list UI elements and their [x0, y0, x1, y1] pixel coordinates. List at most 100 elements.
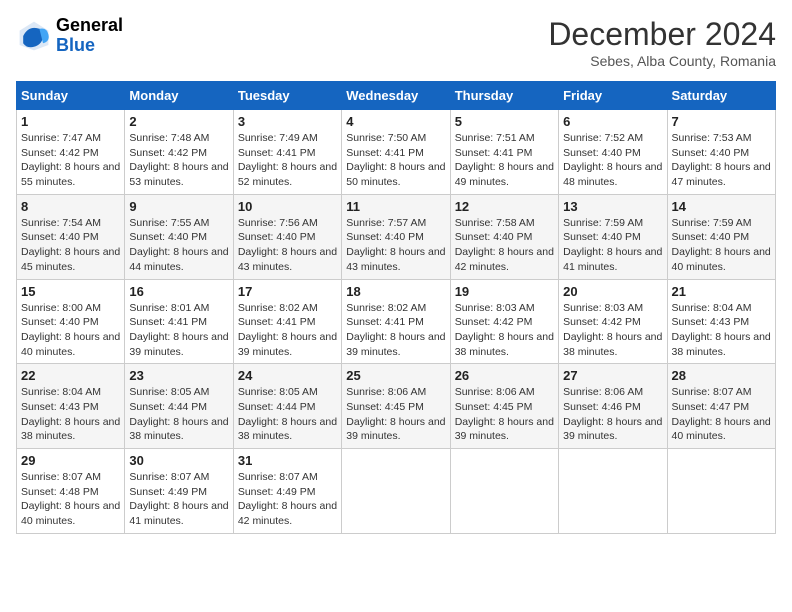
day-number: 30: [129, 453, 228, 468]
day-number: 3: [238, 114, 337, 129]
day-info: Sunrise: 7:57 AMSunset: 4:40 PMDaylight:…: [346, 216, 445, 275]
day-info: Sunrise: 8:03 AMSunset: 4:42 PMDaylight:…: [455, 301, 554, 360]
day-number: 2: [129, 114, 228, 129]
day-info: Sunrise: 8:06 AMSunset: 4:45 PMDaylight:…: [346, 385, 445, 444]
day-info: Sunrise: 8:02 AMSunset: 4:41 PMDaylight:…: [346, 301, 445, 360]
table-row: 2 Sunrise: 7:48 AMSunset: 4:42 PMDaylight…: [125, 110, 233, 195]
table-row: 9 Sunrise: 7:55 AMSunset: 4:40 PMDaylight…: [125, 194, 233, 279]
table-row: 11 Sunrise: 7:57 AMSunset: 4:40 PMDayligh…: [342, 194, 450, 279]
day-number: 4: [346, 114, 445, 129]
table-row: 15 Sunrise: 8:00 AMSunset: 4:40 PMDayligh…: [17, 279, 125, 364]
col-monday: Monday: [125, 82, 233, 110]
table-row: 17Sunrise: 8:02 AMSunset: 4:41 PMDayligh…: [233, 279, 341, 364]
day-info: Sunrise: 7:51 AMSunset: 4:41 PMDaylight:…: [455, 131, 554, 190]
logo-icon: [16, 18, 52, 54]
day-number: 16: [129, 284, 228, 299]
table-row: 25 Sunrise: 8:06 AMSunset: 4:45 PMDayligh…: [342, 364, 450, 449]
page-header: General Blue December 2024 Sebes, Alba C…: [16, 16, 776, 69]
day-info: Sunrise: 7:59 AMSunset: 4:40 PMDaylight:…: [563, 216, 662, 275]
table-row: 16Sunrise: 8:01 AMSunset: 4:41 PMDayligh…: [125, 279, 233, 364]
day-number: 25: [346, 368, 445, 383]
table-row: 26 Sunrise: 8:06 AMSunset: 4:45 PMDayligh…: [450, 364, 558, 449]
col-thursday: Thursday: [450, 82, 558, 110]
calendar-table: Sunday Monday Tuesday Wednesday Thursday…: [16, 81, 776, 534]
table-row: 29 Sunrise: 8:07 AMSunset: 4:48 PMDayligh…: [17, 449, 125, 534]
table-row: 22Sunrise: 8:04 AMSunset: 4:43 PMDayligh…: [17, 364, 125, 449]
table-row: 21Sunrise: 8:04 AMSunset: 4:43 PMDayligh…: [667, 279, 775, 364]
table-row: 1 Sunrise: 7:47 AMSunset: 4:42 PMDaylight…: [17, 110, 125, 195]
day-number: 27: [563, 368, 662, 383]
day-number: 9: [129, 199, 228, 214]
day-info: Sunrise: 7:53 AMSunset: 4:40 PMDaylight:…: [672, 131, 771, 190]
day-number: 8: [21, 199, 120, 214]
logo: General Blue: [16, 16, 123, 56]
calendar-week-row: 22Sunrise: 8:04 AMSunset: 4:43 PMDayligh…: [17, 364, 776, 449]
day-info: Sunrise: 8:07 AMSunset: 4:49 PMDaylight:…: [238, 470, 337, 529]
table-row: 7 Sunrise: 7:53 AMSunset: 4:40 PMDaylight…: [667, 110, 775, 195]
day-info: Sunrise: 7:50 AMSunset: 4:41 PMDaylight:…: [346, 131, 445, 190]
day-info: Sunrise: 8:05 AMSunset: 4:44 PMDaylight:…: [129, 385, 228, 444]
day-number: 31: [238, 453, 337, 468]
day-number: 18: [346, 284, 445, 299]
day-number: 13: [563, 199, 662, 214]
day-number: 19: [455, 284, 554, 299]
day-number: 12: [455, 199, 554, 214]
month-title: December 2024: [548, 16, 776, 53]
table-row: 5 Sunrise: 7:51 AMSunset: 4:41 PMDaylight…: [450, 110, 558, 195]
calendar-week-row: 1 Sunrise: 7:47 AMSunset: 4:42 PMDaylight…: [17, 110, 776, 195]
day-number: 7: [672, 114, 771, 129]
day-info: Sunrise: 8:06 AMSunset: 4:46 PMDaylight:…: [563, 385, 662, 444]
table-row: [559, 449, 667, 534]
table-row: 31 Sunrise: 8:07 AMSunset: 4:49 PMDayligh…: [233, 449, 341, 534]
table-row: [667, 449, 775, 534]
table-row: 3 Sunrise: 7:49 AMSunset: 4:41 PMDaylight…: [233, 110, 341, 195]
table-row: 18 Sunrise: 8:02 AMSunset: 4:41 PMDayligh…: [342, 279, 450, 364]
day-number: 14: [672, 199, 771, 214]
day-info: Sunrise: 7:56 AMSunset: 4:40 PMDaylight:…: [238, 216, 337, 275]
day-number: 17: [238, 284, 337, 299]
day-info: Sunrise: 8:03 AMSunset: 4:42 PMDaylight:…: [563, 301, 662, 360]
table-row: [342, 449, 450, 534]
day-info: Sunrise: 8:07 AMSunset: 4:47 PMDaylight:…: [672, 385, 771, 444]
table-row: 4 Sunrise: 7:50 AMSunset: 4:41 PMDaylight…: [342, 110, 450, 195]
day-info: Sunrise: 7:48 AMSunset: 4:42 PMDaylight:…: [129, 131, 228, 190]
day-info: Sunrise: 8:07 AMSunset: 4:48 PMDaylight:…: [21, 470, 120, 529]
day-info: Sunrise: 8:04 AMSunset: 4:43 PMDaylight:…: [21, 385, 120, 444]
day-info: Sunrise: 8:00 AMSunset: 4:40 PMDaylight:…: [21, 301, 120, 360]
table-row: 27 Sunrise: 8:06 AMSunset: 4:46 PMDayligh…: [559, 364, 667, 449]
table-row: 14 Sunrise: 7:59 AMSunset: 4:40 PMDayligh…: [667, 194, 775, 279]
col-wednesday: Wednesday: [342, 82, 450, 110]
day-number: 15: [21, 284, 120, 299]
calendar-week-row: 15 Sunrise: 8:00 AMSunset: 4:40 PMDayligh…: [17, 279, 776, 364]
day-number: 21: [672, 284, 771, 299]
day-number: 6: [563, 114, 662, 129]
table-row: 13 Sunrise: 7:59 AMSunset: 4:40 PMDayligh…: [559, 194, 667, 279]
title-block: December 2024 Sebes, Alba County, Romani…: [548, 16, 776, 69]
table-row: 12 Sunrise: 7:58 AMSunset: 4:40 PMDayligh…: [450, 194, 558, 279]
day-info: Sunrise: 7:58 AMSunset: 4:40 PMDaylight:…: [455, 216, 554, 275]
day-number: 1: [21, 114, 120, 129]
col-tuesday: Tuesday: [233, 82, 341, 110]
day-number: 28: [672, 368, 771, 383]
day-info: Sunrise: 7:47 AMSunset: 4:42 PMDaylight:…: [21, 131, 120, 190]
calendar-week-row: 29 Sunrise: 8:07 AMSunset: 4:48 PMDayligh…: [17, 449, 776, 534]
day-info: Sunrise: 7:49 AMSunset: 4:41 PMDaylight:…: [238, 131, 337, 190]
table-row: 23 Sunrise: 8:05 AMSunset: 4:44 PMDayligh…: [125, 364, 233, 449]
day-number: 11: [346, 199, 445, 214]
day-info: Sunrise: 7:54 AMSunset: 4:40 PMDaylight:…: [21, 216, 120, 275]
col-saturday: Saturday: [667, 82, 775, 110]
day-info: Sunrise: 7:59 AMSunset: 4:40 PMDaylight:…: [672, 216, 771, 275]
day-number: 26: [455, 368, 554, 383]
table-row: 28 Sunrise: 8:07 AMSunset: 4:47 PMDayligh…: [667, 364, 775, 449]
table-row: 6Sunrise: 7:52 AMSunset: 4:40 PMDaylight…: [559, 110, 667, 195]
col-sunday: Sunday: [17, 82, 125, 110]
calendar-header-row: Sunday Monday Tuesday Wednesday Thursday…: [17, 82, 776, 110]
day-info: Sunrise: 7:55 AMSunset: 4:40 PMDaylight:…: [129, 216, 228, 275]
day-info: Sunrise: 8:05 AMSunset: 4:44 PMDaylight:…: [238, 385, 337, 444]
table-row: 19 Sunrise: 8:03 AMSunset: 4:42 PMDayligh…: [450, 279, 558, 364]
table-row: 10Sunrise: 7:56 AMSunset: 4:40 PMDayligh…: [233, 194, 341, 279]
day-number: 23: [129, 368, 228, 383]
day-number: 29: [21, 453, 120, 468]
day-info: Sunrise: 8:06 AMSunset: 4:45 PMDaylight:…: [455, 385, 554, 444]
day-number: 5: [455, 114, 554, 129]
